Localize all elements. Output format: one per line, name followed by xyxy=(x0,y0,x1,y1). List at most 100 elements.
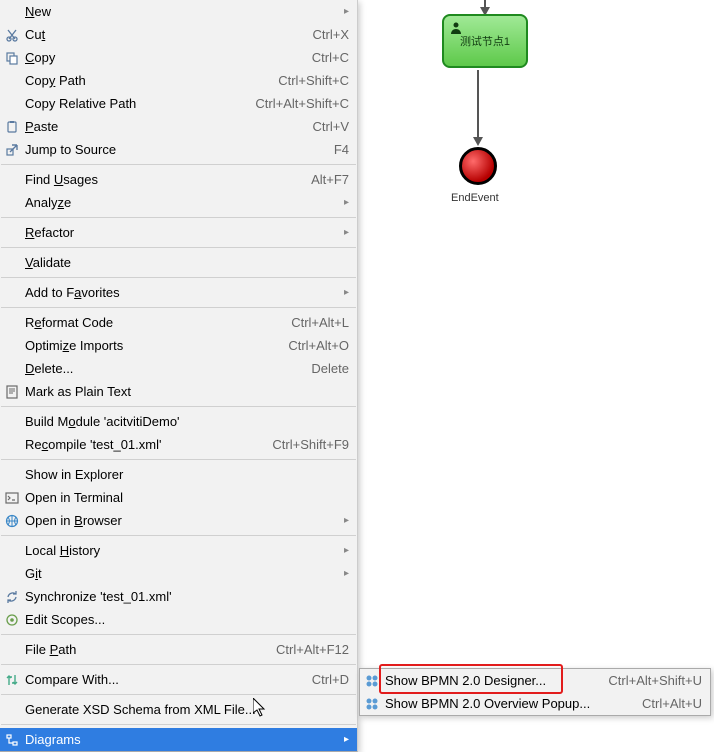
context-menu-item-5[interactable]: PasteCtrl+V xyxy=(0,115,357,138)
menu-separator xyxy=(1,217,356,218)
menu-item-label: Local History xyxy=(23,543,338,558)
context-menu-item-26[interactable]: Open in Terminal xyxy=(0,486,357,509)
context-menu-item-1[interactable]: CutCtrl+X xyxy=(0,23,357,46)
blank-icon xyxy=(3,641,21,659)
menu-separator xyxy=(1,307,356,308)
context-menu-item-8[interactable]: Find UsagesAlt+F7 xyxy=(0,168,357,191)
menu-item-label: Optimize Imports xyxy=(23,338,282,353)
menu-item-label: Open in Browser xyxy=(23,513,338,528)
blank-icon xyxy=(3,72,21,90)
context-menu-item-23[interactable]: Recompile 'test_01.xml'Ctrl+Shift+F9 xyxy=(0,433,357,456)
bpmn-canvas[interactable] xyxy=(358,0,714,720)
context-menu-item-38[interactable]: Generate XSD Schema from XML File... xyxy=(0,698,357,721)
user-task-node[interactable]: 测试节点1 xyxy=(442,14,528,68)
submenu-arrow-icon: ▸ xyxy=(338,6,349,17)
context-menu-item-36[interactable]: Compare With...Ctrl+D xyxy=(0,668,357,691)
blank-icon xyxy=(3,436,21,454)
context-menu-item-18[interactable]: Optimize ImportsCtrl+Alt+O xyxy=(0,334,357,357)
menu-item-label: Jump to Source xyxy=(23,142,328,157)
context-menu-item-31[interactable]: Synchronize 'test_01.xml' xyxy=(0,585,357,608)
blank-icon xyxy=(3,542,21,560)
menu-item-label: New xyxy=(23,4,338,19)
blank-icon xyxy=(3,466,21,484)
blank-icon xyxy=(3,224,21,242)
submenu-item-1[interactable]: Show BPMN 2.0 Overview Popup...Ctrl+Alt+… xyxy=(360,692,710,715)
context-menu-item-20[interactable]: Mark as Plain Text xyxy=(0,380,357,403)
context-menu-item-32[interactable]: Edit Scopes... xyxy=(0,608,357,631)
context-menu-item-6[interactable]: Jump to SourceF4 xyxy=(0,138,357,161)
submenu-arrow-icon: ▸ xyxy=(338,515,349,526)
context-menu-item-4[interactable]: Copy Relative PathCtrl+Alt+Shift+C xyxy=(0,92,357,115)
menu-item-label: Copy xyxy=(23,50,306,65)
context-menu-item-30[interactable]: Git▸ xyxy=(0,562,357,585)
menu-item-label: Reformat Code xyxy=(23,315,285,330)
blank-icon xyxy=(3,194,21,212)
menu-item-shortcut: Ctrl+D xyxy=(306,672,349,687)
context-menu-item-17[interactable]: Reformat CodeCtrl+Alt+L xyxy=(0,311,357,334)
context-menu-item-11[interactable]: Refactor▸ xyxy=(0,221,357,244)
text-icon xyxy=(3,383,21,401)
blank-icon xyxy=(3,701,21,719)
bpmn-icon xyxy=(363,695,381,713)
submenu-arrow-icon: ▸ xyxy=(338,568,349,579)
end-event-label: EndEvent xyxy=(451,192,499,204)
context-menu-item-34[interactable]: File PathCtrl+Alt+F12 xyxy=(0,638,357,661)
diag-icon xyxy=(3,731,21,749)
menu-item-shortcut: Ctrl+Alt+Shift+U xyxy=(602,673,702,688)
context-menu-item-29[interactable]: Local History▸ xyxy=(0,539,357,562)
menu-item-label: Recompile 'test_01.xml' xyxy=(23,437,266,452)
blank-icon xyxy=(3,360,21,378)
menu-item-shortcut: Ctrl+Alt+Shift+C xyxy=(249,96,349,111)
blank-icon xyxy=(3,3,21,21)
context-menu-item-22[interactable]: Build Module 'acitvitiDemo' xyxy=(0,410,357,433)
menu-item-label: Mark as Plain Text xyxy=(23,384,349,399)
term-icon xyxy=(3,489,21,507)
sync-icon xyxy=(3,588,21,606)
menu-item-label: Delete... xyxy=(23,361,305,376)
menu-separator xyxy=(1,694,356,695)
menu-item-label: Compare With... xyxy=(23,672,306,687)
menu-separator xyxy=(1,664,356,665)
submenu-item-0[interactable]: Show BPMN 2.0 Designer...Ctrl+Alt+Shift+… xyxy=(360,669,710,692)
menu-item-label: Git xyxy=(23,566,338,581)
blank-icon xyxy=(3,314,21,332)
flow-arrow-top xyxy=(484,0,486,14)
context-menu-item-9[interactable]: Analyze▸ xyxy=(0,191,357,214)
blank-icon xyxy=(3,565,21,583)
context-menu-item-0[interactable]: New▸ xyxy=(0,0,357,23)
menu-item-shortcut: Delete xyxy=(305,361,349,376)
context-menu-item-25[interactable]: Show in Explorer xyxy=(0,463,357,486)
submenu-arrow-icon: ▸ xyxy=(338,734,349,745)
menu-item-shortcut: Ctrl+V xyxy=(307,119,349,134)
cut-icon xyxy=(3,26,21,44)
context-menu-item-27[interactable]: Open in Browser▸ xyxy=(0,509,357,532)
blank-icon xyxy=(3,284,21,302)
menu-separator xyxy=(1,724,356,725)
blank-icon xyxy=(3,337,21,355)
context-menu-item-40[interactable]: Diagrams▸ xyxy=(0,728,357,751)
flow-arrow-mid xyxy=(477,70,479,144)
context-menu-item-13[interactable]: Validate xyxy=(0,251,357,274)
scope-icon xyxy=(3,611,21,629)
context-menu-item-3[interactable]: Copy PathCtrl+Shift+C xyxy=(0,69,357,92)
diff-icon xyxy=(3,671,21,689)
menu-separator xyxy=(1,459,356,460)
submenu-arrow-icon: ▸ xyxy=(338,545,349,556)
menu-item-label: Cut xyxy=(23,27,307,42)
diagrams-submenu: Show BPMN 2.0 Designer...Ctrl+Alt+Shift+… xyxy=(359,668,711,716)
menu-item-label: Synchronize 'test_01.xml' xyxy=(23,589,349,604)
menu-item-label: Generate XSD Schema from XML File... xyxy=(23,702,349,717)
submenu-arrow-icon: ▸ xyxy=(338,197,349,208)
menu-separator xyxy=(1,634,356,635)
context-menu-item-19[interactable]: Delete...Delete xyxy=(0,357,357,380)
menu-item-shortcut: Ctrl+X xyxy=(307,27,349,42)
menu-separator xyxy=(1,247,356,248)
menu-item-label: File Path xyxy=(23,642,270,657)
submenu-arrow-icon: ▸ xyxy=(338,287,349,298)
context-menu-item-15[interactable]: Add to Favorites▸ xyxy=(0,281,357,304)
menu-item-label: Show in Explorer xyxy=(23,467,349,482)
menu-item-shortcut: Ctrl+Alt+L xyxy=(285,315,349,330)
end-event-node[interactable] xyxy=(459,147,497,185)
context-menu-item-2[interactable]: CopyCtrl+C xyxy=(0,46,357,69)
paste-icon xyxy=(3,118,21,136)
